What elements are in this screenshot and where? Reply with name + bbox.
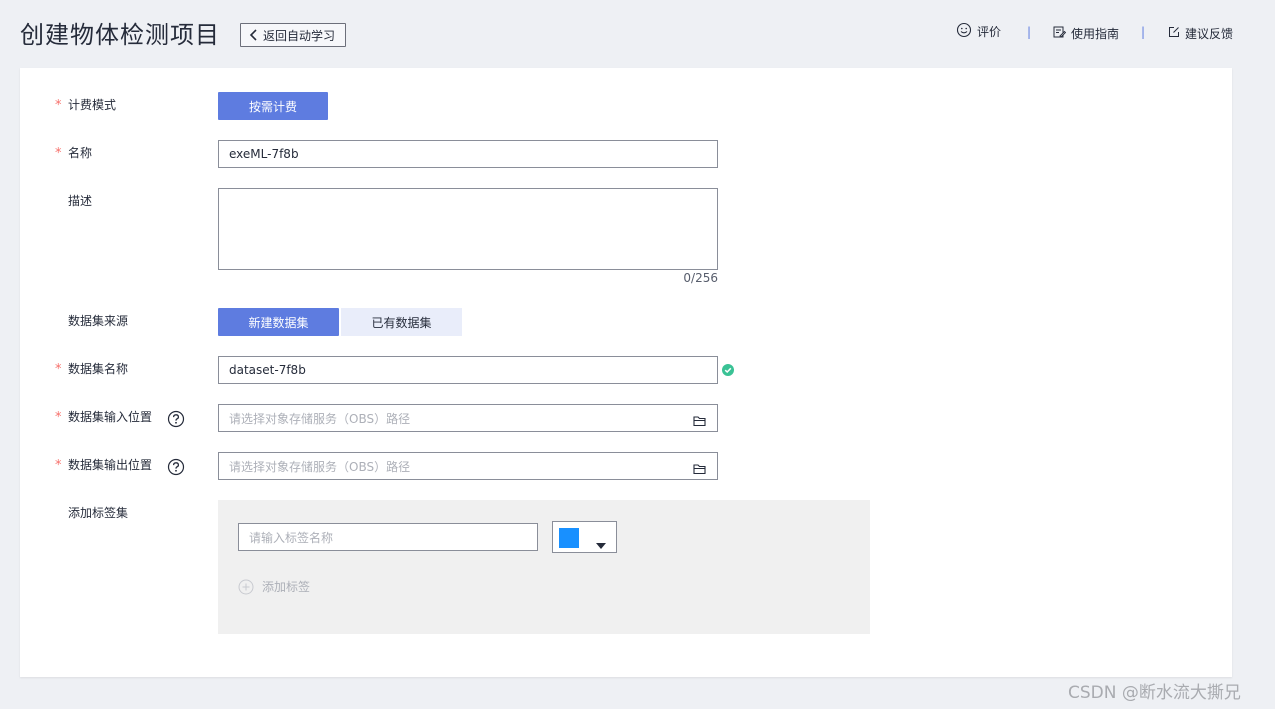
rate-link[interactable]: 评价	[956, 22, 1001, 41]
label-set-panel: 请输入标签名称 添加标签	[218, 500, 870, 634]
add-label-button[interactable]: 添加标签	[238, 578, 310, 595]
required-mark: *	[55, 410, 62, 425]
description-counter: 0/256	[683, 271, 718, 285]
required-mark: *	[55, 458, 62, 473]
new-dataset-option[interactable]: 新建数据集	[218, 308, 339, 336]
label-color-select[interactable]	[552, 521, 617, 553]
name-label: 名称	[68, 146, 93, 160]
label-set-label: 添加标签集	[68, 506, 129, 520]
form-card: * 计费模式 按需计费 * 名称 exeML-7f8b 描述 0/256 数据集…	[20, 68, 1232, 677]
watermark: CSDN @断水流大撕兄	[1068, 683, 1241, 703]
description-label: 描述	[68, 194, 93, 208]
page-header: 创建物体检测项目 返回自动学习 评价 | 使用指南 | 建议反馈	[0, 0, 1275, 68]
help-circle-icon[interactable]	[167, 458, 185, 476]
output-location-field[interactable]: 请选择对象存储服务（OBS）路径	[218, 452, 718, 480]
guide-link[interactable]: 使用指南	[1053, 25, 1119, 42]
dataset-name-input[interactable]: dataset-7f8b	[218, 356, 718, 384]
billing-on-demand-button[interactable]: 按需计费	[218, 92, 328, 120]
existing-dataset-option[interactable]: 已有数据集	[341, 308, 462, 336]
description-textarea[interactable]	[218, 188, 718, 270]
required-mark: *	[55, 146, 62, 161]
caret-down-icon	[596, 534, 606, 553]
help-circle-icon[interactable]	[167, 410, 185, 428]
input-location-label: 数据集输入位置	[68, 410, 153, 424]
rate-link-label: 评价	[977, 25, 1002, 39]
color-swatch	[559, 528, 579, 548]
input-location-field[interactable]: 请选择对象存储服务（OBS）路径	[218, 404, 718, 432]
folder-icon[interactable]	[693, 412, 707, 427]
name-input[interactable]: exeML-7f8b	[218, 140, 718, 168]
required-mark: *	[55, 98, 62, 113]
folder-icon[interactable]	[693, 460, 707, 475]
plus-circle-icon	[238, 579, 254, 595]
billing-label: 计费模式	[68, 98, 117, 112]
add-label-text: 添加标签	[262, 580, 311, 594]
output-location-label: 数据集输出位置	[68, 458, 153, 472]
edit-doc-icon	[1053, 26, 1071, 42]
link-separator: |	[1141, 25, 1146, 39]
dataset-name-label: 数据集名称	[68, 362, 129, 376]
dataset-source-label: 数据集来源	[68, 314, 129, 328]
feedback-link[interactable]: 建议反馈	[1168, 25, 1233, 42]
feedback-link-label: 建议反馈	[1185, 27, 1234, 41]
label-name-input[interactable]: 请输入标签名称	[238, 523, 538, 551]
link-separator: |	[1027, 25, 1032, 39]
smile-icon	[956, 22, 977, 41]
check-circle-icon	[722, 361, 734, 376]
top-links: 评价 | 使用指南 | 建议反馈	[0, 22, 1275, 44]
external-edit-icon	[1168, 26, 1185, 41]
required-mark: *	[55, 362, 62, 377]
guide-link-label: 使用指南	[1071, 27, 1120, 41]
